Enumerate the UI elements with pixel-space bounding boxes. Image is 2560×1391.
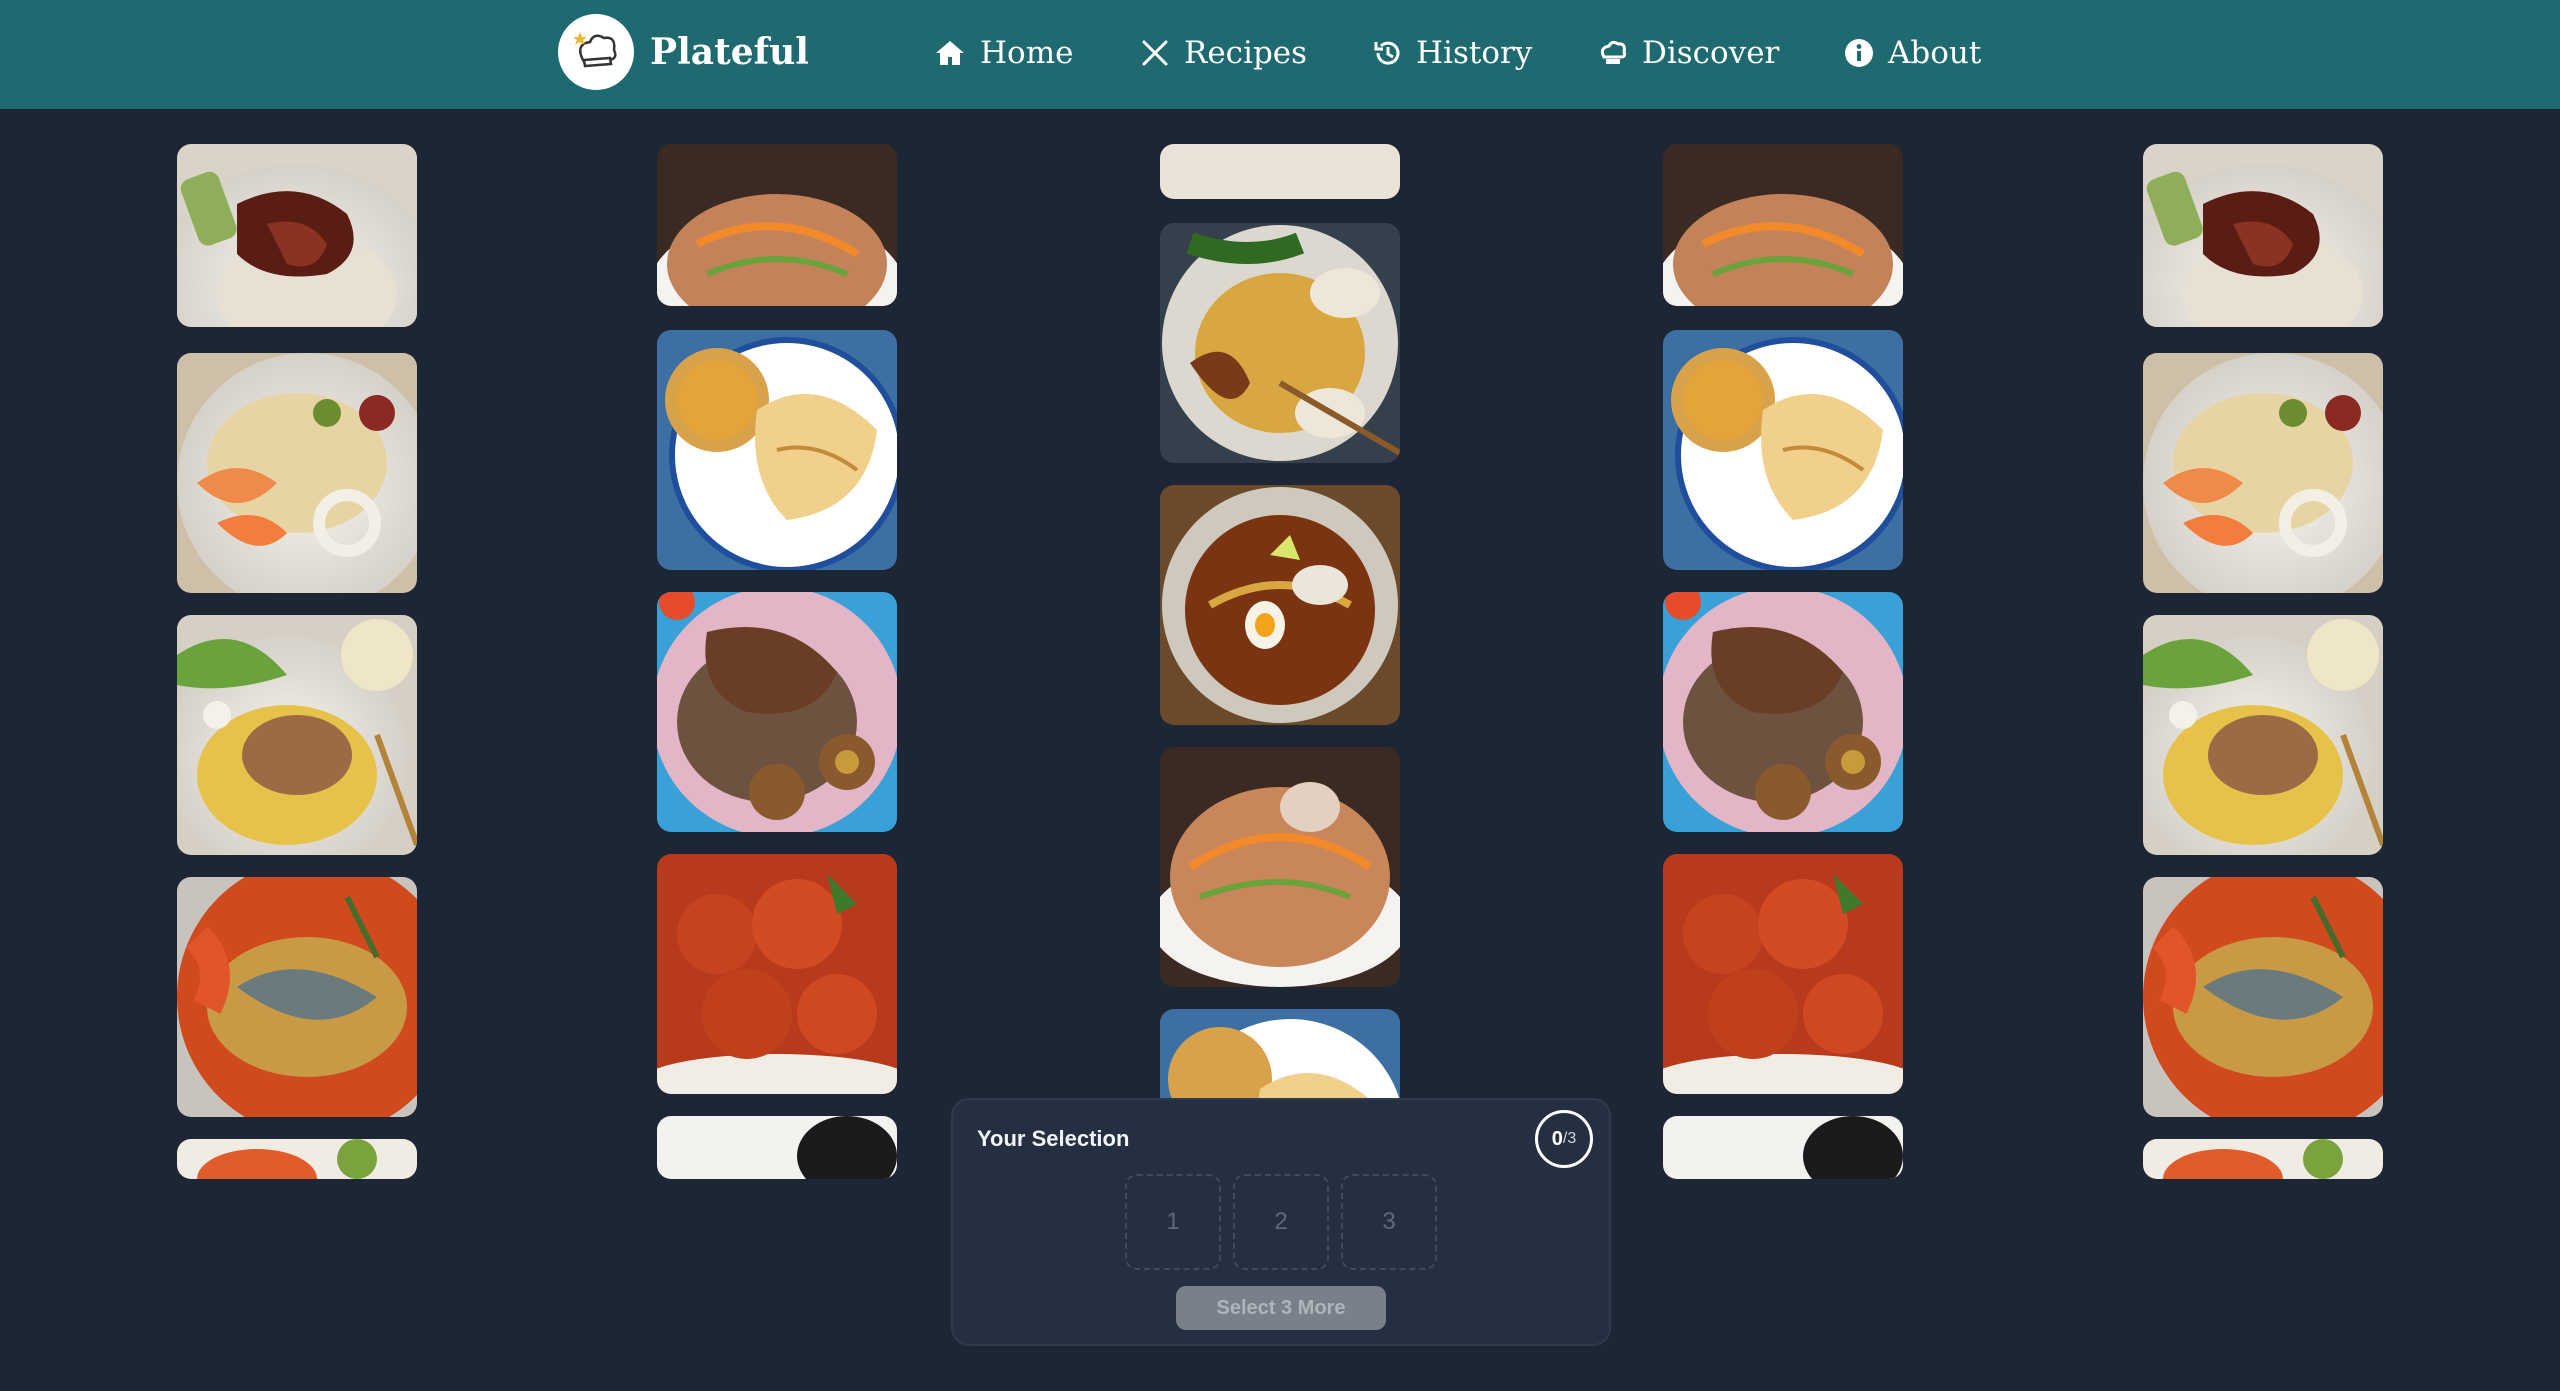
- info-icon: [1845, 39, 1873, 67]
- home-icon: [936, 41, 964, 65]
- dish-tile-partial[interactable]: [177, 1139, 417, 1179]
- dish-tile-roast-duck-rice[interactable]: [2143, 144, 2383, 327]
- dish-tile-chicken-curry[interactable]: [1663, 854, 1903, 1094]
- nav-recipes-label: Recipes: [1184, 35, 1308, 71]
- dish-tile-wonton-noodles[interactable]: [1160, 223, 1400, 463]
- select-more-button[interactable]: Select 3 More: [1176, 1286, 1386, 1330]
- dish-tile-minced-pork-noodles[interactable]: [177, 615, 417, 855]
- selection-panel: Your Selection 0/3 1 2 3 Select 3 More: [951, 1098, 1611, 1346]
- selection-slot-label: 3: [1382, 1208, 1396, 1235]
- chef-hat-logo-icon: [558, 14, 634, 90]
- utensils-icon: [1142, 40, 1168, 66]
- dish-tile-partial[interactable]: [1160, 144, 1400, 199]
- dish-tile-fish-curry[interactable]: [2143, 877, 2383, 1117]
- nav-history-label: History: [1416, 35, 1533, 71]
- brand[interactable]: Plateful: [558, 14, 809, 90]
- nav-about[interactable]: About: [1844, 30, 1981, 76]
- nav-home[interactable]: Home: [934, 30, 1073, 76]
- nav-recipes[interactable]: Recipes: [1140, 30, 1307, 76]
- dish-tile-roast-duck-rice[interactable]: [177, 144, 417, 327]
- dish-tile-partial[interactable]: [1663, 1116, 1903, 1179]
- nav-discover-label: Discover: [1642, 35, 1780, 71]
- dish-gallery: [0, 109, 2560, 1209]
- selection-counter: 0/3: [1535, 1110, 1593, 1168]
- dish-tile-chicken-curry[interactable]: [657, 854, 897, 1094]
- dish-tile-fish-curry[interactable]: [177, 877, 417, 1117]
- selection-slot-1[interactable]: 1: [1125, 1174, 1221, 1270]
- brand-name: Plateful: [650, 31, 809, 73]
- selection-slot-label: 1: [1166, 1208, 1180, 1235]
- dish-tile-seafood-noodles[interactable]: [2143, 353, 2383, 593]
- nav-about-label: About: [1888, 35, 1982, 71]
- dish-tile-stir-fried-rice-noodles[interactable]: [1663, 144, 1903, 306]
- dish-tile-roti-with-curry[interactable]: [1663, 330, 1903, 570]
- top-navbar: Plateful Home Recipes History Discover A…: [0, 0, 2560, 109]
- dish-tile-braised-duck-rice[interactable]: [657, 592, 897, 832]
- nav-discover[interactable]: Discover: [1598, 30, 1779, 76]
- nav-home-label: Home: [980, 35, 1074, 71]
- selection-slot-2[interactable]: 2: [1233, 1174, 1329, 1270]
- selection-slot-label: 2: [1274, 1208, 1288, 1235]
- nav-history[interactable]: History: [1372, 30, 1532, 76]
- selection-count: 0: [1551, 1127, 1563, 1150]
- history-icon: [1374, 41, 1400, 65]
- selection-slot-3[interactable]: 3: [1341, 1174, 1437, 1270]
- dish-tile-stir-fried-rice-noodles[interactable]: [1160, 747, 1400, 987]
- dish-tile-seafood-noodles[interactable]: [177, 353, 417, 593]
- chef-hat-icon: [1600, 40, 1627, 64]
- dish-tile-roti-with-curry[interactable]: [657, 330, 897, 570]
- dish-tile-curry-laksa[interactable]: [1160, 485, 1400, 725]
- selection-title: Your Selection: [977, 1126, 1130, 1151]
- dish-tile-partial[interactable]: [2143, 1139, 2383, 1179]
- selection-total: /3: [1562, 1130, 1577, 1147]
- dish-tile-minced-pork-noodles[interactable]: [2143, 615, 2383, 855]
- dish-tile-stir-fried-rice-noodles[interactable]: [657, 144, 897, 306]
- dish-tile-partial[interactable]: [657, 1116, 897, 1179]
- dish-tile-braised-duck-rice[interactable]: [1663, 592, 1903, 832]
